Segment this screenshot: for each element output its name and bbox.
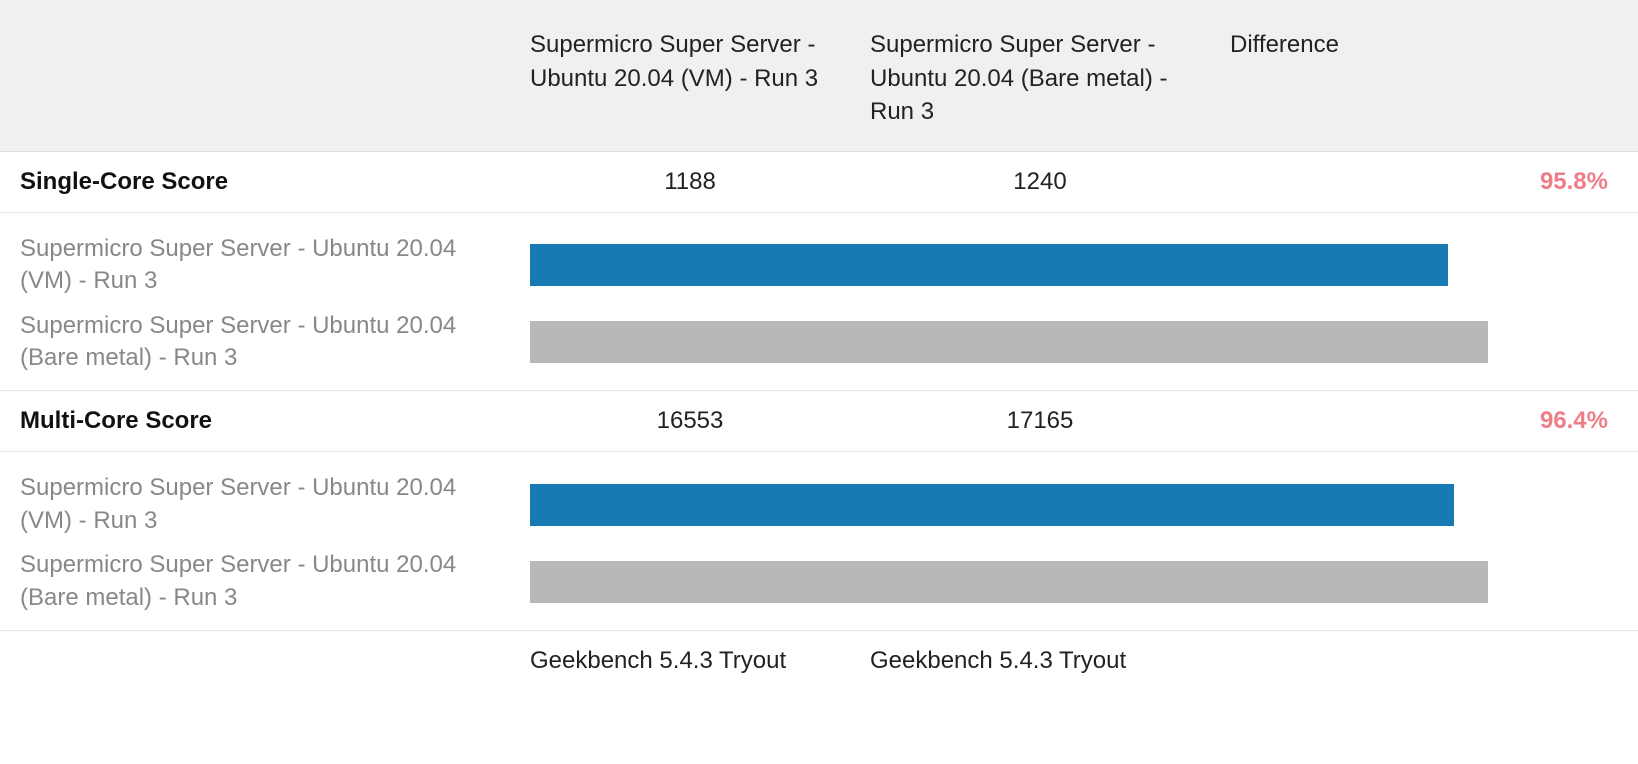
single-core-value-a: 1188 bbox=[530, 168, 870, 196]
single-core-bar-a-label: Supermicro Super Server - Ubuntu 20.04 (… bbox=[0, 233, 530, 298]
footer-row: Geekbench 5.4.3 Tryout Geekbench 5.4.3 T… bbox=[0, 631, 1638, 691]
multi-core-score-row: Multi-Core Score 16553 17165 96.4% bbox=[0, 391, 1638, 452]
multi-core-label: Multi-Core Score bbox=[0, 407, 530, 435]
benchmark-comparison-table: Supermicro Super Server - Ubuntu 20.04 (… bbox=[0, 0, 1638, 691]
footer-empty-cell bbox=[0, 647, 530, 675]
single-core-diff: 95.8% bbox=[1230, 168, 1638, 196]
single-core-bar-a bbox=[530, 244, 1448, 286]
footer-diff-empty bbox=[1230, 647, 1638, 675]
multi-core-bar-b bbox=[530, 561, 1488, 603]
multi-core-value-b: 17165 bbox=[870, 407, 1230, 435]
header-system-b: Supermicro Super Server - Ubuntu 20.04 (… bbox=[870, 28, 1230, 129]
header-system-a: Supermicro Super Server - Ubuntu 20.04 (… bbox=[530, 28, 870, 129]
multi-core-bar-b-row: Supermicro Super Server - Ubuntu 20.04 (… bbox=[0, 543, 1638, 620]
header-difference: Difference bbox=[1230, 28, 1638, 129]
single-core-score-row: Single-Core Score 1188 1240 95.8% bbox=[0, 152, 1638, 213]
header-empty-cell bbox=[0, 28, 530, 129]
table-header-row: Supermicro Super Server - Ubuntu 20.04 (… bbox=[0, 0, 1638, 152]
multi-core-bar-a-label: Supermicro Super Server - Ubuntu 20.04 (… bbox=[0, 472, 530, 537]
single-core-bar-b-row: Supermicro Super Server - Ubuntu 20.04 (… bbox=[0, 304, 1638, 381]
single-core-bar-section: Supermicro Super Server - Ubuntu 20.04 (… bbox=[0, 213, 1638, 392]
single-core-bar-b-label: Supermicro Super Server - Ubuntu 20.04 (… bbox=[0, 310, 530, 375]
multi-core-value-a: 16553 bbox=[530, 407, 870, 435]
single-core-value-b: 1240 bbox=[870, 168, 1230, 196]
multi-core-bar-section: Supermicro Super Server - Ubuntu 20.04 (… bbox=[0, 452, 1638, 631]
multi-core-bar-b-label: Supermicro Super Server - Ubuntu 20.04 (… bbox=[0, 549, 530, 614]
multi-core-bar-a-row: Supermicro Super Server - Ubuntu 20.04 (… bbox=[0, 466, 1638, 543]
single-core-bar-b-track bbox=[530, 321, 1638, 363]
multi-core-diff: 96.4% bbox=[1230, 407, 1638, 435]
single-core-label: Single-Core Score bbox=[0, 168, 530, 196]
single-core-bar-a-track bbox=[530, 244, 1638, 286]
footer-version-b: Geekbench 5.4.3 Tryout bbox=[870, 647, 1230, 675]
single-core-bar-a-row: Supermicro Super Server - Ubuntu 20.04 (… bbox=[0, 227, 1638, 304]
multi-core-bar-a-track bbox=[530, 484, 1638, 526]
multi-core-bar-a bbox=[530, 484, 1454, 526]
multi-core-bar-b-track bbox=[530, 561, 1638, 603]
footer-version-a: Geekbench 5.4.3 Tryout bbox=[530, 647, 870, 675]
single-core-bar-b bbox=[530, 321, 1488, 363]
